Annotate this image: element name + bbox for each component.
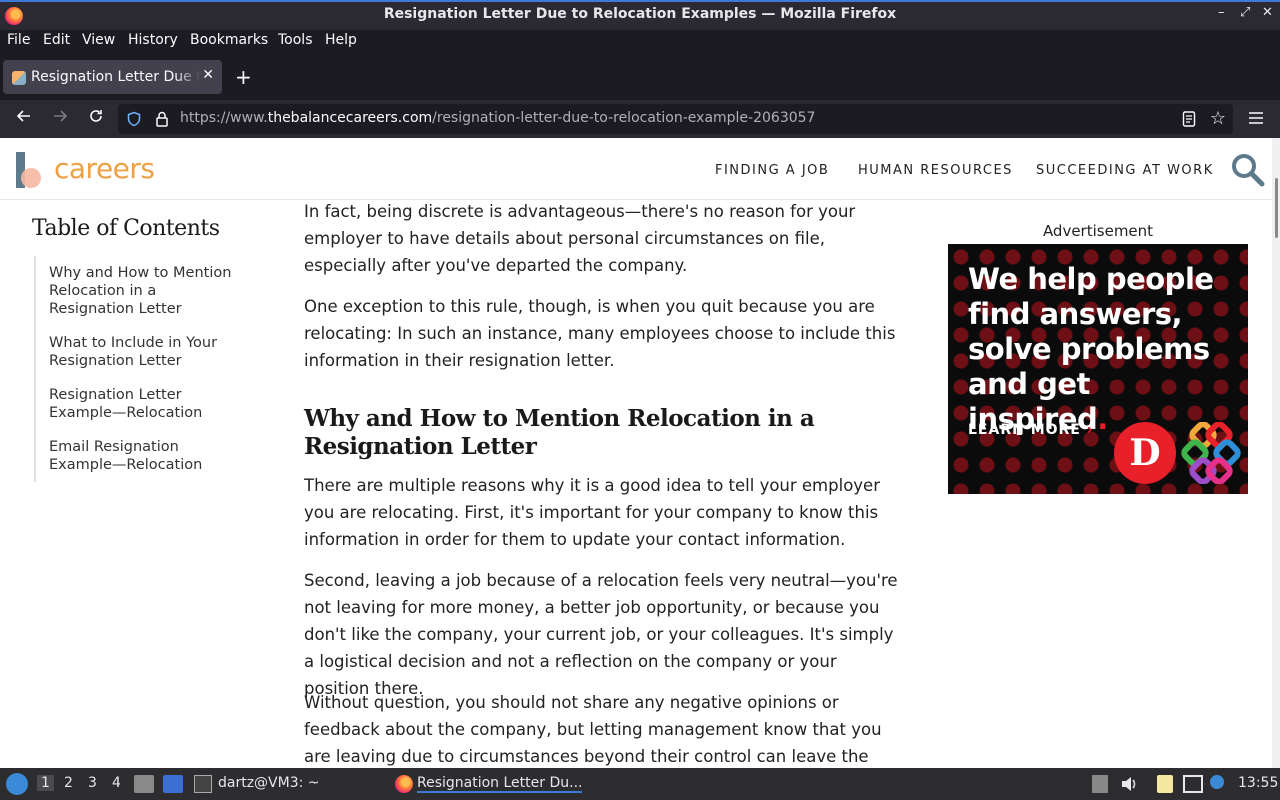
- ad-headline-line: find answers,: [968, 297, 1183, 331]
- ad-headline-line: solve problems: [968, 332, 1210, 366]
- reader-view-icon[interactable]: [1181, 110, 1197, 128]
- site-favicon-icon: [12, 71, 26, 85]
- toc-item-letter-example[interactable]: Resignation Letter Example—Relocation: [49, 386, 239, 422]
- article-paragraph: One exception to this rule, though, is w…: [304, 297, 896, 370]
- taskbar-terminal[interactable]: dartz@VM3: ~: [218, 775, 320, 791]
- web-page: careers FINDING A JOB HUMAN RESOURCES SU…: [0, 138, 1272, 768]
- menu-bookmarks[interactable]: Bookmarks: [190, 32, 268, 48]
- url-prefix: https://www.: [180, 110, 268, 126]
- page-scrollbar[interactable]: [1272, 138, 1280, 768]
- advertisement-label: Advertisement: [1042, 222, 1154, 240]
- navigation-toolbar: https://www.thebalancecareers.com/resign…: [0, 100, 1280, 138]
- reload-button[interactable]: [85, 108, 107, 130]
- tab-label: Resignation Letter Due to Relocation Exa…: [31, 69, 201, 85]
- new-tab-button[interactable]: +: [235, 65, 252, 89]
- menu-view[interactable]: View: [82, 32, 115, 48]
- ad-learn-more-link[interactable]: LEARN MORE ›: [968, 422, 1094, 438]
- clock: 13:55: [1238, 775, 1279, 791]
- ad-headline: We help people find answers, solve probl…: [968, 262, 1238, 437]
- volume-icon[interactable]: [1119, 775, 1139, 793]
- nav-finding-a-job[interactable]: FINDING A JOB: [715, 163, 829, 178]
- notes-icon[interactable]: [1157, 775, 1173, 793]
- url-text[interactable]: https://www.thebalancecareers.com/resign…: [180, 110, 815, 126]
- notification-icon[interactable]: [1210, 775, 1224, 789]
- arrow-left-icon: [16, 110, 30, 122]
- toc-item-why-and-how[interactable]: Why and How to Mention Relocation in a R…: [49, 264, 239, 318]
- app-menu-icon[interactable]: [1247, 109, 1265, 127]
- ad-cta-arrow: ›: [1086, 422, 1094, 438]
- article-paragraph: There are multiple reasons why it is a g…: [304, 476, 880, 549]
- menu-history[interactable]: History: [128, 32, 178, 48]
- bookmark-star-icon[interactable]: ☆: [1210, 108, 1226, 129]
- start-menu-icon[interactable]: [6, 773, 28, 795]
- menu-edit[interactable]: Edit: [43, 32, 70, 48]
- url-bar[interactable]: https://www.thebalancecareers.com/resign…: [118, 104, 1233, 134]
- terminal-icon[interactable]: [194, 775, 212, 793]
- url-domain: thebalancecareers.com: [267, 110, 433, 126]
- site-logo-icon[interactable]: [16, 152, 46, 188]
- search-icon[interactable]: [1230, 152, 1266, 188]
- site-logo-text[interactable]: careers: [54, 152, 155, 185]
- site-header: careers FINDING A JOB HUMAN RESOURCES SU…: [0, 138, 1272, 200]
- network-icon[interactable]: [1183, 775, 1203, 793]
- shield-icon[interactable]: [126, 111, 142, 127]
- workspace-3[interactable]: 3: [88, 775, 97, 791]
- article-heading: Why and How to Mention Relocation in a R…: [304, 405, 815, 460]
- window-titlebar: Resignation Letter Due to Relocation Exa…: [0, 0, 1280, 30]
- minimize-button[interactable]: –: [1218, 5, 1225, 20]
- ad-cta-label: LEARN MORE: [968, 422, 1081, 438]
- toc-title: Table of Contents: [32, 216, 220, 241]
- reload-icon: [90, 110, 102, 122]
- menubar: File Edit View History Bookmarks Tools H…: [0, 30, 1280, 52]
- toc-list: Why and How to Mention Relocation in a R…: [34, 256, 234, 482]
- lock-icon[interactable]: [154, 110, 170, 128]
- tab-resignation-letter[interactable]: Resignation Letter Due to Relocation Exa…: [3, 60, 222, 94]
- article-paragraph: In fact, being discrete is advantageous—…: [304, 202, 856, 275]
- ad-headline-dot: .: [1097, 402, 1108, 436]
- menu-file[interactable]: File: [7, 32, 30, 48]
- back-button[interactable]: [13, 108, 35, 130]
- ad-headline-line: We help people: [968, 262, 1214, 296]
- tab-strip: Resignation Letter Due to Relocation Exa…: [0, 52, 1280, 100]
- article-paragraph: Without question, you should not share a…: [304, 693, 882, 766]
- taskbar-firefox[interactable]: Resignation Letter Du...: [417, 775, 583, 793]
- dotdash-d-logo: D: [1114, 422, 1176, 484]
- window-title: Resignation Letter Due to Relocation Exa…: [383, 6, 897, 22]
- menu-help[interactable]: Help: [325, 32, 357, 48]
- workspace-1[interactable]: 1: [37, 775, 54, 791]
- url-path: /resignation-letter-due-to-relocation-ex…: [432, 110, 816, 126]
- advertisement-banner[interactable]: We help people find answers, solve probl…: [948, 244, 1248, 494]
- forward-button[interactable]: [49, 108, 71, 130]
- close-window-button[interactable]: ✕: [1262, 5, 1273, 20]
- tab-close-icon[interactable]: ✕: [202, 67, 214, 83]
- arrow-right-icon: [54, 110, 68, 122]
- workspace-4[interactable]: 4: [112, 775, 121, 791]
- toc-item-what-to-include[interactable]: What to Include in Your Resignation Lett…: [49, 334, 239, 370]
- desktop-icon[interactable]: [163, 775, 183, 793]
- system-taskbar: 1 2 3 4 dartz@VM3: ~ Resignation Letter …: [0, 768, 1280, 800]
- scrollbar-thumb[interactable]: [1275, 178, 1278, 238]
- toc-item-email-example[interactable]: Email Resignation Example—Relocation: [49, 438, 239, 474]
- maximize-button[interactable]: ⤢: [1240, 5, 1250, 20]
- file-manager-icon[interactable]: [134, 775, 154, 793]
- tray-storage-icon[interactable]: [1092, 775, 1108, 793]
- firefox-taskbar-icon: [395, 775, 413, 793]
- workspace-2[interactable]: 2: [64, 775, 73, 791]
- nav-human-resources[interactable]: HUMAN RESOURCES: [858, 163, 1013, 178]
- nav-succeeding-at-work[interactable]: SUCCEEDING AT WORK: [1036, 163, 1214, 178]
- menu-tools[interactable]: Tools: [278, 32, 313, 48]
- article-paragraph: Second, leaving a job because of a reloc…: [304, 571, 898, 698]
- meredith-knot-logo-icon: [1181, 422, 1241, 484]
